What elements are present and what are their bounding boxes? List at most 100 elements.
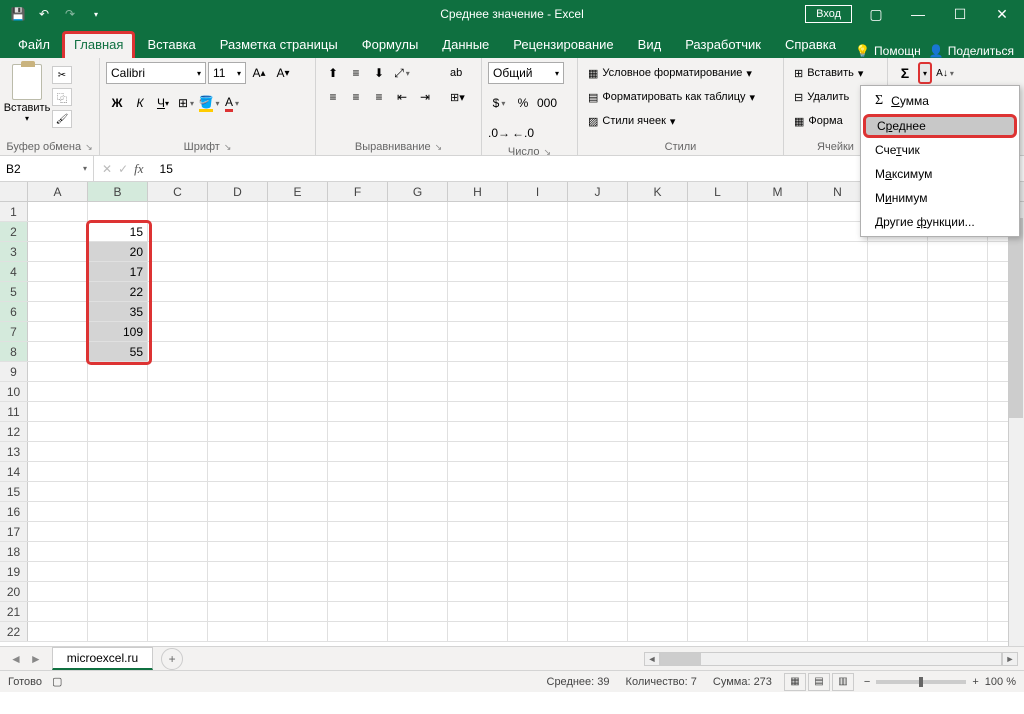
cell-I2[interactable] (508, 222, 568, 241)
decrease-decimal-icon[interactable]: ←.0 (512, 122, 534, 144)
cell-F12[interactable] (328, 422, 388, 441)
cell-I9[interactable] (508, 362, 568, 381)
cell-A6[interactable] (28, 302, 88, 321)
cell-I22[interactable] (508, 622, 568, 641)
cell-J17[interactable] (568, 522, 628, 541)
tab-review[interactable]: Рецензирование (501, 31, 625, 58)
tab-pagelayout[interactable]: Разметка страницы (208, 31, 350, 58)
row-header-3[interactable]: 3 (0, 242, 28, 261)
tab-developer[interactable]: Разработчик (673, 31, 773, 58)
merge-center-button[interactable]: ⊞▾ (446, 86, 469, 108)
cell-O5[interactable] (868, 282, 928, 301)
borders-icon[interactable]: ⊞ (175, 92, 197, 114)
cell-G11[interactable] (388, 402, 448, 421)
cell-E7[interactable] (268, 322, 328, 341)
cell-E18[interactable] (268, 542, 328, 561)
cell-D14[interactable] (208, 462, 268, 481)
cell-H11[interactable] (448, 402, 508, 421)
cell-B16[interactable] (88, 502, 148, 521)
cell-M7[interactable] (748, 322, 808, 341)
cell-N12[interactable] (808, 422, 868, 441)
align-dialog-icon[interactable]: ↘ (435, 142, 443, 153)
cell-C10[interactable] (148, 382, 208, 401)
comma-icon[interactable]: 000 (536, 92, 558, 114)
cell-P17[interactable] (928, 522, 988, 541)
cell-K10[interactable] (628, 382, 688, 401)
cell-A21[interactable] (28, 602, 88, 621)
cell-B5[interactable]: 22 (88, 282, 148, 301)
row-header-8[interactable]: 8 (0, 342, 28, 361)
decrease-indent-icon[interactable]: ⇤ (391, 86, 413, 108)
align-center-icon[interactable]: ≡ (345, 86, 367, 108)
cell-G21[interactable] (388, 602, 448, 621)
cell-I17[interactable] (508, 522, 568, 541)
cell-J4[interactable] (568, 262, 628, 281)
redo-icon[interactable]: ↷ (58, 2, 82, 26)
cell-F8[interactable] (328, 342, 388, 361)
cancel-formula-icon[interactable]: ✕ (102, 162, 112, 176)
cell-K5[interactable] (628, 282, 688, 301)
cell-N7[interactable] (808, 322, 868, 341)
cell-J13[interactable] (568, 442, 628, 461)
cell-D22[interactable] (208, 622, 268, 641)
cell-P5[interactable] (928, 282, 988, 301)
view-pagelayout-icon[interactable]: ▤ (808, 673, 830, 691)
cell-O4[interactable] (868, 262, 928, 281)
cell-D13[interactable] (208, 442, 268, 461)
cell-L18[interactable] (688, 542, 748, 561)
cell-G9[interactable] (388, 362, 448, 381)
cell-E5[interactable] (268, 282, 328, 301)
increase-font-icon[interactable]: A▴ (248, 62, 270, 84)
tab-home[interactable]: Главная (62, 31, 135, 58)
cell-J6[interactable] (568, 302, 628, 321)
cell-E14[interactable] (268, 462, 328, 481)
conditional-format-button[interactable]: ▦ Условное форматирование ▾ (584, 62, 759, 84)
view-normal-icon[interactable]: ▦ (784, 673, 806, 691)
cell-O16[interactable] (868, 502, 928, 521)
cell-O18[interactable] (868, 542, 928, 561)
cell-J8[interactable] (568, 342, 628, 361)
tab-view[interactable]: Вид (626, 31, 674, 58)
col-header-B[interactable]: B (88, 182, 148, 201)
cell-F19[interactable] (328, 562, 388, 581)
cell-D17[interactable] (208, 522, 268, 541)
cell-A13[interactable] (28, 442, 88, 461)
view-pagebreak-icon[interactable]: ▥ (832, 673, 854, 691)
row-header-22[interactable]: 22 (0, 622, 28, 641)
menu-sum[interactable]: ΣСумма (861, 88, 1019, 114)
row-header-19[interactable]: 19 (0, 562, 28, 581)
cell-P19[interactable] (928, 562, 988, 581)
cell-K3[interactable] (628, 242, 688, 261)
cell-styles-button[interactable]: ▨ Стили ячеек ▾ (584, 110, 759, 132)
cell-L8[interactable] (688, 342, 748, 361)
cell-N8[interactable] (808, 342, 868, 361)
cell-N6[interactable] (808, 302, 868, 321)
cell-N17[interactable] (808, 522, 868, 541)
cell-C12[interactable] (148, 422, 208, 441)
row-header-11[interactable]: 11 (0, 402, 28, 421)
tellme-button[interactable]: 💡 Помощн (855, 44, 921, 58)
cell-A8[interactable] (28, 342, 88, 361)
align-middle-icon[interactable]: ≡ (345, 62, 367, 84)
cell-K21[interactable] (628, 602, 688, 621)
zoom-in-icon[interactable]: + (972, 676, 978, 688)
col-header-I[interactable]: I (508, 182, 568, 201)
paste-button[interactable]: Вставить ▾ (6, 62, 48, 134)
cell-O7[interactable] (868, 322, 928, 341)
cell-J9[interactable] (568, 362, 628, 381)
cell-J7[interactable] (568, 322, 628, 341)
cell-I8[interactable] (508, 342, 568, 361)
col-header-J[interactable]: J (568, 182, 628, 201)
cell-L14[interactable] (688, 462, 748, 481)
cell-G13[interactable] (388, 442, 448, 461)
cell-M13[interactable] (748, 442, 808, 461)
cell-L3[interactable] (688, 242, 748, 261)
cell-K2[interactable] (628, 222, 688, 241)
cell-A18[interactable] (28, 542, 88, 561)
cell-J15[interactable] (568, 482, 628, 501)
cell-I5[interactable] (508, 282, 568, 301)
cell-M21[interactable] (748, 602, 808, 621)
cell-G15[interactable] (388, 482, 448, 501)
cell-E6[interactable] (268, 302, 328, 321)
cell-P10[interactable] (928, 382, 988, 401)
